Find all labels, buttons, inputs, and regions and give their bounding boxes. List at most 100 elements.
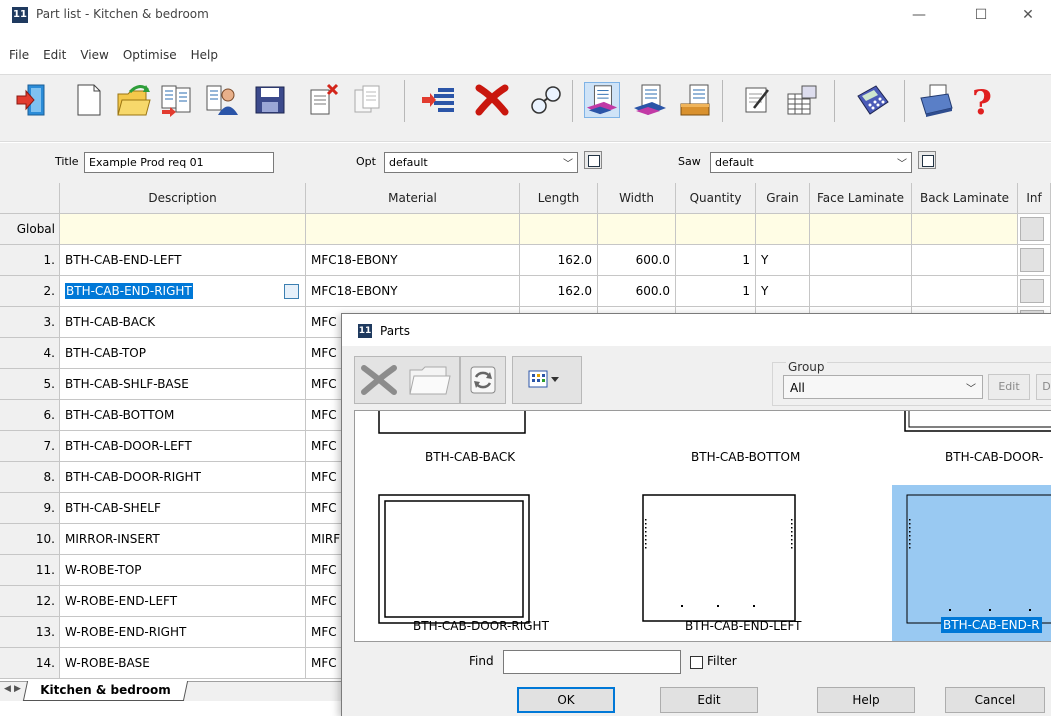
close-button[interactable]: ✕ <box>1005 0 1051 30</box>
open-folder-button[interactable] <box>404 358 454 402</box>
minimize-button[interactable]: — <box>896 0 942 30</box>
delete-row-button[interactable] <box>474 82 510 118</box>
info-button[interactable] <box>1020 279 1044 303</box>
column-header-length[interactable]: Length <box>520 183 598 214</box>
quantity-cell[interactable]: 1 <box>676 276 756 307</box>
sheet-next-button[interactable]: ▶ <box>14 684 21 694</box>
selected-description-text[interactable]: BTH-CAB-END-RIGHT <box>65 283 193 299</box>
save-button[interactable] <box>252 82 288 118</box>
global-cell[interactable] <box>912 214 1018 245</box>
import-button[interactable] <box>158 82 194 118</box>
opt-settings-button[interactable] <box>584 151 602 169</box>
menu-optimise[interactable]: Optimise <box>116 48 184 68</box>
parts-view-button[interactable] <box>584 82 620 118</box>
description-cell[interactable]: BTH-CAB-DOOR-LEFT <box>60 431 306 462</box>
description-cell[interactable]: BTH-CAB-END-LEFT <box>60 245 306 276</box>
face-laminate-cell[interactable] <box>810 276 912 307</box>
part-thumbnail[interactable] <box>903 411 1051 437</box>
calculator-button[interactable] <box>854 82 890 118</box>
copy-list-button[interactable] <box>350 82 386 118</box>
column-header-back-laminate[interactable]: Back Laminate <box>912 183 1018 214</box>
delete-list-button[interactable] <box>306 82 342 118</box>
global-cell[interactable] <box>306 214 520 245</box>
column-header-face-laminate[interactable]: Face Laminate <box>810 183 912 214</box>
group-select[interactable]: All ﹀ <box>783 375 983 399</box>
cell-edit-button[interactable] <box>284 284 299 299</box>
description-cell[interactable]: BTH-CAB-TOP <box>60 338 306 369</box>
menu-help[interactable]: Help <box>184 48 225 68</box>
help-button[interactable]: ? <box>964 82 1000 123</box>
global-cell[interactable] <box>676 214 756 245</box>
back-laminate-cell[interactable] <box>912 245 1018 276</box>
grid-button[interactable] <box>784 82 820 118</box>
description-cell[interactable]: BTH-CAB-DOOR-RIGHT <box>60 462 306 493</box>
global-cell[interactable] <box>598 214 676 245</box>
search-button[interactable] <box>528 82 564 118</box>
refresh-button[interactable] <box>460 356 506 404</box>
print-button[interactable] <box>918 82 954 118</box>
description-cell[interactable]: BTH-CAB-BOTTOM <box>60 400 306 431</box>
sheet-prev-button[interactable]: ◀ <box>4 684 11 694</box>
material-cell[interactable]: MFC18-EBONY <box>306 245 520 276</box>
global-cell[interactable] <box>810 214 912 245</box>
new-button[interactable] <box>70 82 106 118</box>
view-mode-button[interactable] <box>512 356 582 404</box>
column-header-material[interactable]: Material <box>306 183 520 214</box>
parts-stock-button[interactable] <box>678 82 714 118</box>
description-cell[interactable]: BTH-CAB-SHELF <box>60 493 306 524</box>
description-cell[interactable]: W-ROBE-END-LEFT <box>60 586 306 617</box>
description-cell[interactable]: MIRROR-INSERT <box>60 524 306 555</box>
saw-select[interactable]: default ﹀ <box>710 152 912 173</box>
part-thumbnail[interactable] <box>377 411 527 437</box>
description-cell[interactable]: BTH-CAB-END-RIGHT <box>60 276 306 307</box>
column-header-quantity[interactable]: Quantity <box>676 183 756 214</box>
cancel-button[interactable]: Cancel <box>945 687 1045 713</box>
customer-button[interactable] <box>204 82 240 118</box>
global-cell[interactable] <box>520 214 598 245</box>
length-cell[interactable]: 162.0 <box>520 245 598 276</box>
back-laminate-cell[interactable] <box>912 276 1018 307</box>
edit-button[interactable]: Edit <box>660 687 758 713</box>
part-thumbnail-door-right[interactable] <box>377 493 533 627</box>
ok-button[interactable]: OK <box>517 687 615 713</box>
grain-cell[interactable]: Y <box>756 276 810 307</box>
column-header-grain[interactable]: Grain <box>756 183 810 214</box>
column-header-description[interactable]: Description <box>60 183 306 214</box>
column-header-inf[interactable]: Inf <box>1018 183 1051 214</box>
maximize-button[interactable]: ☐ <box>958 0 1004 30</box>
info-button[interactable] <box>1020 217 1044 241</box>
quantity-cell[interactable]: 1 <box>676 245 756 276</box>
column-header-width[interactable]: Width <box>598 183 676 214</box>
width-cell[interactable]: 600.0 <box>598 276 676 307</box>
menu-file[interactable]: File <box>2 48 36 68</box>
delete-part-button[interactable] <box>356 358 402 402</box>
global-cell[interactable] <box>756 214 810 245</box>
group-edit-button[interactable]: Edit <box>988 374 1030 400</box>
sheet-tab[interactable]: Kitchen & bedroom <box>22 681 188 701</box>
width-cell[interactable]: 600.0 <box>598 245 676 276</box>
exit-button[interactable] <box>14 82 50 118</box>
description-cell[interactable]: W-ROBE-BASE <box>60 648 306 679</box>
parts-edit-button[interactable] <box>632 82 668 118</box>
edit-button[interactable] <box>740 82 776 118</box>
part-thumbnail-end-right[interactable] <box>903 493 1051 627</box>
group-d-button[interactable]: D <box>1036 374 1051 400</box>
global-cell[interactable] <box>60 214 306 245</box>
part-thumbnail-end-left[interactable] <box>641 493 799 627</box>
menu-view[interactable]: View <box>73 48 115 68</box>
saw-settings-button[interactable] <box>918 151 936 169</box>
face-laminate-cell[interactable] <box>810 245 912 276</box>
find-input[interactable] <box>503 650 681 674</box>
material-cell[interactable]: MFC18-EBONY <box>306 276 520 307</box>
description-cell[interactable]: BTH-CAB-BACK <box>60 307 306 338</box>
opt-select[interactable]: default ﹀ <box>384 152 578 173</box>
grain-cell[interactable]: Y <box>756 245 810 276</box>
description-cell[interactable]: W-ROBE-TOP <box>60 555 306 586</box>
description-cell[interactable]: W-ROBE-END-RIGHT <box>60 617 306 648</box>
help-button[interactable]: Help <box>817 687 915 713</box>
info-button[interactable] <box>1020 248 1044 272</box>
filter-checkbox[interactable] <box>690 656 703 669</box>
menu-edit[interactable]: Edit <box>36 48 73 68</box>
title-input[interactable]: Example Prod req 01 <box>84 152 274 173</box>
insert-row-button[interactable] <box>420 82 456 118</box>
